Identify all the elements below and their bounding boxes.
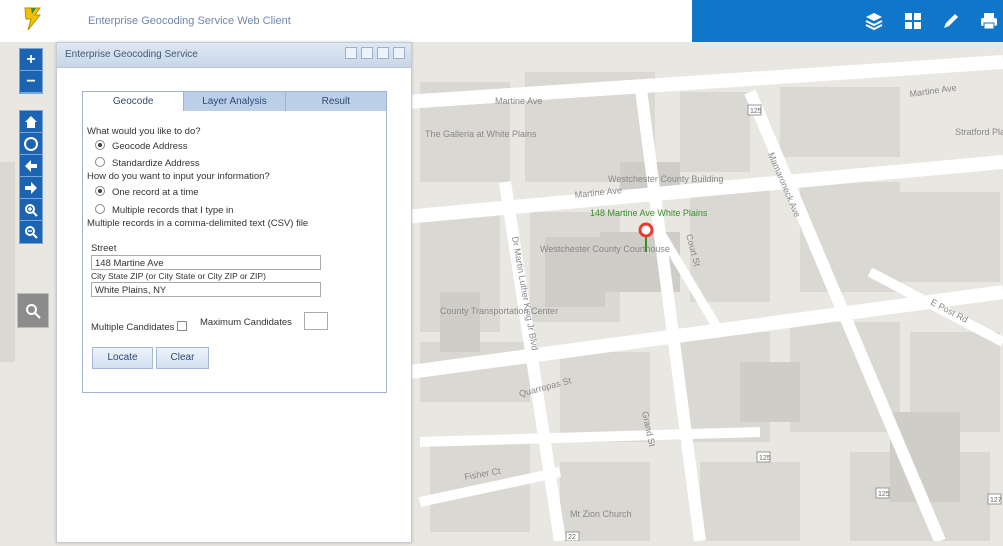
nav-controls xyxy=(19,110,43,244)
radio-standardize[interactable] xyxy=(95,157,105,167)
pencil-icon[interactable] xyxy=(940,10,962,32)
panel-header[interactable]: Enterprise Geocoding Service xyxy=(57,43,411,68)
search-icon[interactable] xyxy=(17,293,49,328)
svg-text:125: 125 xyxy=(750,108,762,115)
multiple-candidates-row: Multiple Candidates xyxy=(91,321,188,333)
minimize-icon[interactable] xyxy=(377,47,389,59)
layers-icon[interactable] xyxy=(863,10,885,32)
map-label-mt-zion: Mt Zion Church xyxy=(570,509,632,519)
map-label-galleria: The Galleria at White Plains xyxy=(425,129,537,139)
app-title: Enterprise Geocoding Service Web Client xyxy=(88,15,291,27)
multiple-candidates-label: Multiple Candidates xyxy=(91,322,175,333)
close-icon[interactable] xyxy=(393,47,405,59)
street-input[interactable]: 148 Martine Ave xyxy=(91,255,321,270)
option-standardize[interactable]: Standardize Address xyxy=(95,157,200,169)
geocode-result-label: 148 Martine Ave White Plains xyxy=(590,208,708,218)
option-one-record[interactable]: One record at a time xyxy=(95,186,199,198)
option-multiple-typed[interactable]: Multiple records that I type in xyxy=(95,204,233,216)
toolbar xyxy=(692,0,1003,42)
city-label: City State ZIP (or City State or City ZI… xyxy=(91,271,266,281)
option-standardize-label: Standardize Address xyxy=(112,158,200,169)
zoom-out-box-icon[interactable] xyxy=(20,221,42,243)
back-arrow-icon[interactable] xyxy=(20,155,42,177)
map-label-martine-top: Martine Ave xyxy=(495,96,542,106)
svg-text:127: 127 xyxy=(990,497,1002,504)
tab-layer-analysis[interactable]: Layer Analysis xyxy=(184,92,286,111)
tab-result[interactable]: Result xyxy=(285,92,386,111)
clear-button[interactable]: Clear xyxy=(156,347,209,369)
max-candidates-input[interactable] xyxy=(304,312,328,330)
tab-geocode[interactable]: Geocode xyxy=(83,92,185,111)
tab-bar: Geocode Layer Analysis Result xyxy=(83,92,386,111)
geocoding-panel: Enterprise Geocoding Service Geocode Lay… xyxy=(56,42,412,543)
svg-text:125: 125 xyxy=(759,455,771,462)
top-bar: Enterprise Geocoding Service Web Client xyxy=(0,0,1003,43)
home-icon[interactable] xyxy=(20,111,42,133)
option-multiple-typed-label: Multiple records that I type in xyxy=(112,205,234,216)
print-icon[interactable] xyxy=(978,10,1000,32)
zoom-out-button[interactable]: − xyxy=(20,71,42,93)
question-how-label: How do you want to input your informatio… xyxy=(87,171,270,182)
svg-text:22: 22 xyxy=(568,534,576,541)
option-one-record-label: One record at a time xyxy=(112,187,199,198)
multiple-candidates-checkbox[interactable] xyxy=(177,321,188,331)
radio-multiple-typed[interactable] xyxy=(95,204,105,214)
locate-button[interactable]: Locate xyxy=(92,347,153,369)
zoom-in-button[interactable]: + xyxy=(20,49,42,71)
expand-icon[interactable] xyxy=(361,47,373,59)
radio-one-record[interactable] xyxy=(95,186,105,196)
option-geocode[interactable]: Geocode Address xyxy=(95,140,188,152)
city-input[interactable]: White Plains, NY xyxy=(91,282,321,297)
panel-title: Enterprise Geocoding Service xyxy=(65,49,198,60)
max-candidates-label: Maximum Candidates xyxy=(200,317,292,328)
map-label-courthouse: Westchester County Courthouse xyxy=(540,244,670,254)
option-geocode-label: Geocode Address xyxy=(112,141,188,152)
zoom-controls: + − xyxy=(19,48,43,94)
forward-arrow-icon[interactable] xyxy=(20,177,42,199)
option-csv-label[interactable]: Multiple records in a comma-delimited te… xyxy=(87,218,308,229)
locate-circle-icon[interactable] xyxy=(20,133,42,155)
panel-tools xyxy=(345,47,405,59)
radio-geocode[interactable] xyxy=(95,140,105,150)
pin-icon[interactable] xyxy=(345,47,357,59)
question-what-label: What would you like to do? xyxy=(87,126,201,137)
map-label-church-right: Stratford Place xyxy=(955,127,1003,137)
map-label-county-center: County Transportation Center xyxy=(440,306,558,316)
zoom-in-box-icon[interactable] xyxy=(20,199,42,221)
app-logo-icon xyxy=(22,6,44,37)
tab-container: Geocode Layer Analysis Result What would… xyxy=(82,91,387,393)
grid-icon[interactable] xyxy=(902,10,924,32)
svg-text:125: 125 xyxy=(878,491,890,498)
street-label: Street xyxy=(91,243,117,254)
map-label-county-building: Westchester County Building xyxy=(608,174,723,184)
